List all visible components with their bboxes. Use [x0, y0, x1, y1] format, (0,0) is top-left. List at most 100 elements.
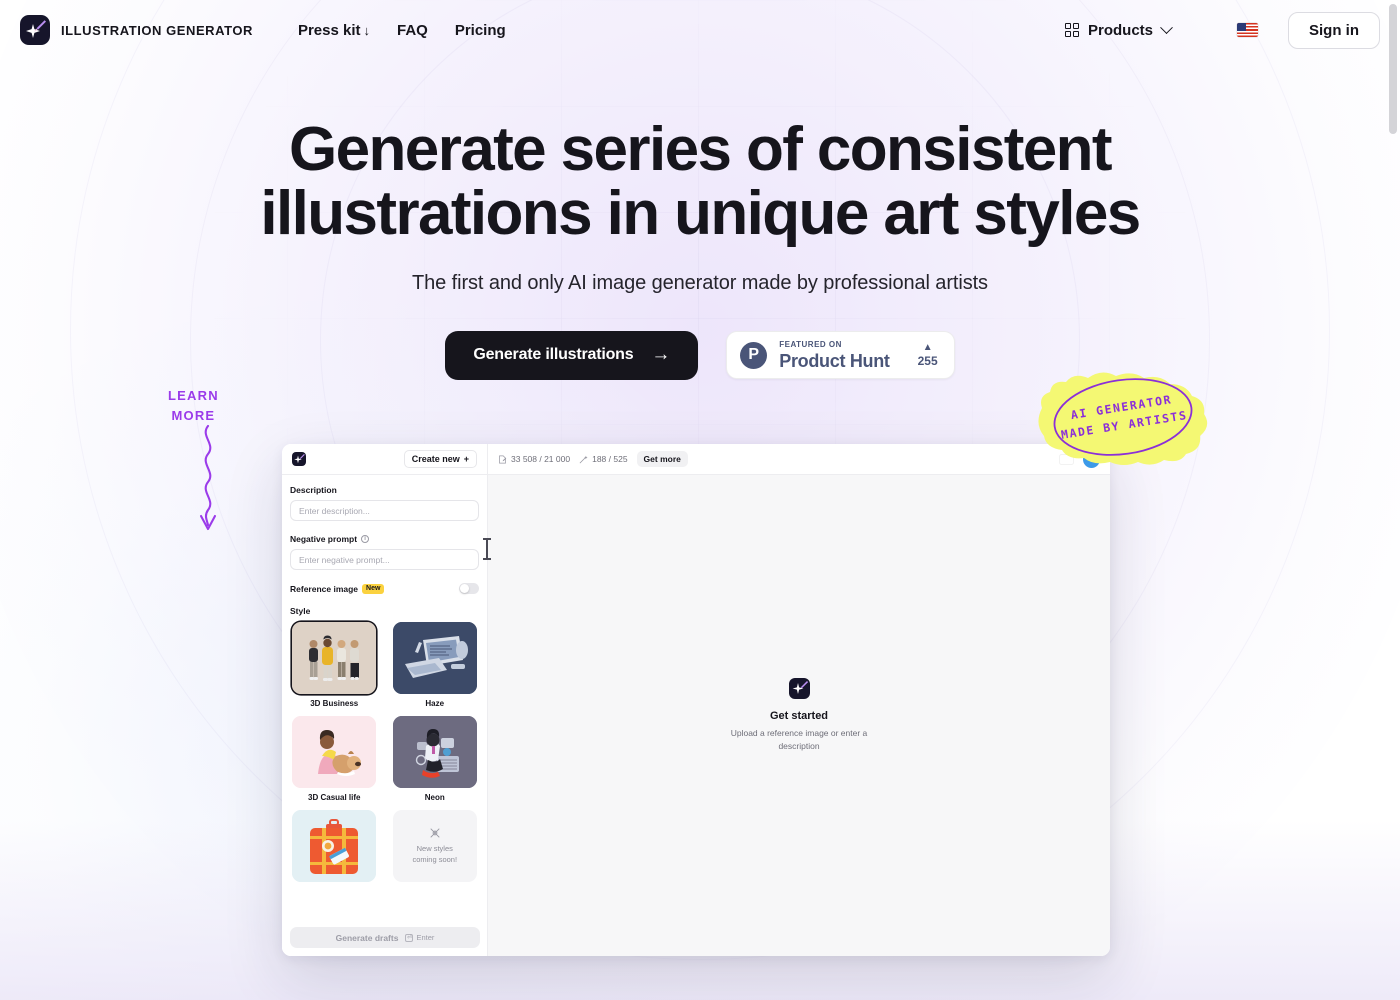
style-option-coming-soon: New styles coming soon! [391, 810, 480, 882]
get-started-subtitle: Upload a reference image or enter a desc… [730, 728, 868, 751]
style-option-3d-casual-life[interactable]: 3D Casual life [290, 716, 379, 802]
headline-line-2: illustrations in unique art styles [260, 178, 1141, 248]
haze-illustration [392, 622, 477, 694]
style-option-haze[interactable]: Haze [391, 622, 480, 708]
create-new-label: Create new [411, 454, 460, 464]
language-flag-icon[interactable] [1237, 23, 1258, 37]
nav-label: Press kit [297, 21, 361, 39]
app-toolbar-left: Create new + [282, 444, 488, 474]
sparkle-icon [294, 454, 305, 464]
palette-brush-icon [430, 828, 440, 838]
download-arrow-icon: ↓ [363, 22, 370, 38]
main-nav: Press kit ↓ FAQ Pricing [298, 22, 506, 39]
sign-in-button[interactable]: Sign in [1288, 11, 1380, 49]
grid-icon [1064, 23, 1079, 37]
negative-prompt-label-text: Negative prompt [290, 534, 358, 544]
get-more-button[interactable]: Get more [636, 451, 688, 467]
style-name: Haze [425, 699, 445, 708]
3d-casual-life-illustration [292, 716, 377, 788]
create-new-button[interactable]: Create new + [403, 450, 477, 468]
chevron-down-icon [1160, 20, 1173, 34]
upvote-triangle-icon: ▲ [922, 342, 933, 354]
header-right-cluster: Products Sign in [1055, 11, 1400, 49]
generate-drafts-button[interactable]: Generate drafts ⏎ Enter [290, 927, 480, 948]
style-name: Neon [424, 793, 445, 802]
negative-prompt-label: Negative prompt i [290, 534, 479, 544]
style-thumbnail [292, 622, 377, 694]
style-thumbnail [392, 716, 477, 788]
style-label: Style [290, 606, 479, 616]
squiggly-arrow-icon [199, 424, 217, 531]
app-canvas: Get started Upload a reference image or … [488, 475, 1110, 956]
neon-illustration [392, 716, 477, 788]
products-dropdown-button[interactable]: Products [1055, 16, 1181, 45]
featured-on-label: FEATURED ON [779, 339, 842, 349]
description-label-text: Description [290, 485, 337, 495]
app-sidebar-panel: Description Enter description... Negativ… [282, 475, 488, 956]
style-option-travel[interactable] [290, 810, 379, 882]
description-input[interactable]: Enter description... [290, 500, 479, 521]
reference-image-label: Reference image New [290, 583, 385, 594]
sparkle-icon [792, 681, 808, 695]
reference-image-label-text: Reference image [290, 583, 359, 594]
canvas-logo-icon [788, 678, 810, 700]
nav-item-faq[interactable]: FAQ [397, 22, 428, 39]
nav-label: FAQ [396, 21, 428, 39]
app-body: Description Enter description... Negativ… [282, 475, 1110, 956]
negative-prompt-input[interactable]: Enter negative prompt... [290, 549, 479, 570]
learn-more-line-2: MORE [171, 407, 216, 423]
scrollbar-thumb[interactable] [1389, 4, 1397, 134]
products-label: Products [1087, 21, 1153, 39]
credits-meter: 33 508 / 21 000 [498, 454, 570, 464]
learn-more-annotation: LEARN MORE [168, 386, 219, 425]
style-thumbnail [292, 716, 377, 788]
nav-item-press-kit[interactable]: Press kit ↓ [298, 22, 370, 39]
generations-value: 188 / 525 [592, 454, 628, 464]
travel-illustration [292, 810, 377, 882]
learn-more-line-1: LEARN [168, 388, 219, 403]
style-name: 3D Casual life [308, 793, 361, 802]
reference-image-row: Reference image New [290, 583, 479, 594]
style-thumbnail [292, 810, 377, 882]
enter-key-icon: ⏎ [405, 933, 414, 942]
style-option-neon[interactable]: Neon [391, 716, 480, 802]
3d-business-illustration [292, 622, 377, 694]
product-hunt-name: Product Hunt [779, 350, 890, 371]
nav-item-pricing[interactable]: Pricing [455, 22, 506, 39]
app-logo-icon [20, 15, 50, 45]
generate-bar: Generate drafts ⏎ Enter [282, 919, 487, 956]
app-toolbar-right: 33 508 / 21 000 188 / 525 Get more I [488, 450, 1110, 468]
product-hunt-votes: ▲ 255 [918, 342, 938, 368]
arrow-right-icon: → [651, 343, 671, 365]
brand-name: ILLUSTRATION GENERATOR [61, 22, 253, 38]
style-option-3d-business[interactable]: 3D Business [290, 622, 379, 708]
app-preview-window: Create new + 33 508 / 21 000 188 / 525 G… [282, 444, 1110, 956]
generate-illustrations-label: Generate illustrations [473, 346, 634, 364]
style-thumbnail [392, 622, 477, 694]
plus-icon: + [463, 454, 469, 464]
description-label: Description [290, 485, 479, 495]
document-edit-icon [499, 455, 507, 463]
credits-value: 33 508 / 21 000 [511, 454, 571, 464]
get-started-title: Get started [769, 710, 829, 723]
app-toolbar: Create new + 33 508 / 21 000 188 / 525 G… [282, 444, 1110, 475]
get-started-placeholder: Get started Upload a reference image or … [724, 678, 874, 753]
generate-illustrations-button[interactable]: Generate illustrations → [445, 330, 699, 380]
info-icon[interactable]: i [361, 535, 370, 543]
nav-label: Pricing [454, 21, 506, 39]
generate-drafts-label: Generate drafts [335, 932, 399, 943]
enter-shortcut-hint: ⏎ Enter [405, 933, 434, 942]
product-hunt-badge[interactable]: P FEATURED ON Product Hunt ▲ 255 [726, 331, 955, 380]
brush-icon [34, 20, 46, 32]
generations-meter: 188 / 525 [579, 454, 628, 464]
brand-logo-link[interactable]: ILLUSTRATION GENERATOR [20, 15, 253, 45]
coming-soon-tile: New styles coming soon! [392, 810, 477, 882]
reference-image-toggle[interactable] [459, 583, 479, 594]
page-scrollbar[interactable] [1389, 4, 1397, 1000]
product-hunt-text: FEATURED ON Product Hunt [779, 339, 890, 371]
enter-hint-label: Enter [416, 933, 435, 942]
site-header: ILLUSTRATION GENERATOR Press kit ↓ FAQ P… [0, 0, 1400, 60]
headline-line-1: Generate series of consistent [289, 115, 1113, 184]
product-hunt-logo-icon: P [740, 341, 768, 369]
ai-generator-sticker: AI GENERATOR MADE BY ARTISTS [1032, 368, 1214, 466]
